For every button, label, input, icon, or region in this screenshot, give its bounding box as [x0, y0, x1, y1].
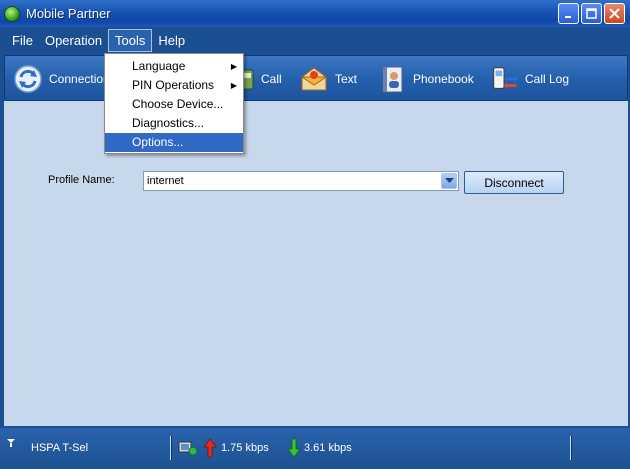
phonebook-label: Phonebook [413, 72, 474, 86]
menu-bar: File Operation Tools Help [0, 27, 630, 53]
call-log-button[interactable]: Call Log [489, 62, 569, 96]
profile-name-select[interactable]: internet [143, 171, 459, 191]
disconnect-label: Disconnect [484, 175, 544, 190]
call-log-label: Call Log [525, 72, 570, 86]
menu-help[interactable]: Help [152, 30, 191, 51]
close-button[interactable] [604, 3, 625, 24]
menu-item-choose-device[interactable]: Choose Device... [105, 95, 243, 114]
envelope-icon [299, 64, 329, 94]
menu-item-options[interactable]: Options... [105, 133, 243, 152]
menu-item-language[interactable]: Language ▶ [105, 57, 243, 76]
menu-item-pin-operations[interactable]: PIN Operations ▶ [105, 76, 243, 95]
menu-item-options-label: Options... [132, 135, 184, 149]
maximize-button[interactable] [581, 3, 602, 24]
download-speed: 3.61 kbps [304, 442, 352, 454]
phonebook-button[interactable]: Phonebook [377, 62, 474, 96]
chevron-right-icon: ▶ [230, 81, 237, 90]
chevron-right-icon: ▶ [230, 62, 237, 71]
title-bar[interactable]: Mobile Partner [0, 0, 630, 27]
connection-button[interactable]: Connection [13, 62, 110, 96]
main-panel: Profile Name: internet Disconnect [4, 101, 628, 426]
call-label: Call [261, 72, 282, 86]
profile-name-label: Profile Name: [48, 174, 115, 186]
text-label: Text [335, 72, 358, 86]
profile-name-value: internet [147, 175, 184, 187]
upload-speed: 1.75 kbps [221, 442, 269, 454]
menu-item-diagnostics[interactable]: Diagnostics... [105, 114, 243, 133]
menu-item-choose-device-label: Choose Device... [132, 97, 224, 111]
menu-item-diagnostics-label: Diagnostics... [132, 116, 205, 130]
download-arrow-icon [287, 438, 301, 461]
status-divider [170, 436, 172, 460]
menu-operation[interactable]: Operation [39, 30, 108, 51]
upload-arrow-icon [203, 438, 217, 461]
menu-file[interactable]: File [6, 30, 39, 51]
text-button[interactable]: Text [299, 62, 357, 96]
maximize-icon [586, 8, 597, 19]
network-connection-icon [178, 440, 198, 456]
minimize-icon [564, 15, 571, 18]
phonebook-icon [377, 64, 407, 94]
window-title: Mobile Partner [26, 6, 111, 21]
minimize-button[interactable] [558, 3, 579, 24]
tools-dropdown-menu: Language ▶ PIN Operations ▶ Choose Devic… [104, 53, 244, 154]
call-log-icon [489, 64, 519, 94]
signal-icon [6, 438, 16, 451]
app-logo-icon [4, 5, 20, 22]
connection-label: Connection [49, 72, 110, 86]
menu-file-label: File [12, 32, 33, 48]
connection-icon [13, 64, 43, 94]
chevron-down-icon[interactable] [441, 173, 457, 189]
menu-item-language-label: Language [132, 59, 186, 73]
menu-item-pin-operations-label: PIN Operations [132, 78, 215, 92]
network-status: HSPA T-Sel [31, 442, 89, 454]
disconnect-button[interactable]: Disconnect [464, 171, 564, 194]
status-bar: HSPA T-Sel 1.75 kbps 3.61 kbps [0, 428, 630, 469]
toolbar: Connection Call Text Phonebook Call Log [4, 55, 628, 101]
menu-operation-label: Operation [44, 32, 103, 48]
menu-help-label: Help [158, 32, 186, 48]
menu-tools-label: Tools [115, 32, 146, 48]
status-divider [570, 436, 572, 460]
close-icon [609, 8, 620, 19]
menu-tools[interactable]: Tools [108, 28, 153, 52]
